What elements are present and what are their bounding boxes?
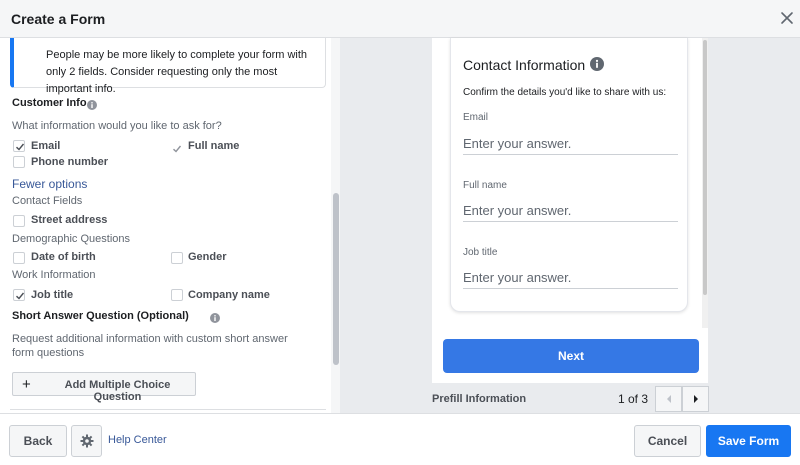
customer-info-prompt: What information would you like to ask f…	[12, 120, 222, 132]
preview-scrollbar-thumb[interactable]	[703, 40, 707, 295]
email-checkbox[interactable]	[13, 140, 25, 152]
info-icon[interactable]	[590, 57, 604, 71]
preview-job-title-input[interactable]	[463, 267, 678, 289]
next-page-button[interactable]	[682, 386, 709, 412]
back-button[interactable]: Back	[9, 425, 67, 457]
full-name-check-icon	[172, 141, 182, 153]
gender-checkbox[interactable]	[171, 252, 183, 264]
short-answer-title: Short Answer Question (Optional)	[12, 310, 189, 322]
save-form-button[interactable]: Save Form	[706, 425, 791, 457]
left-scrollbar-thumb[interactable]	[333, 193, 339, 365]
close-icon[interactable]	[778, 9, 796, 27]
work-info-heading: Work Information	[12, 269, 96, 281]
date-of-birth-checkbox-label: Date of birth	[31, 251, 96, 263]
notice-text: People may be more likely to complete yo…	[46, 49, 308, 95]
company-name-checkbox[interactable]	[171, 289, 183, 301]
job-title-checkbox-label: Job title	[31, 289, 74, 301]
phone-number-checkbox[interactable]	[13, 156, 25, 168]
preview-card-subtitle: Confirm the details you'd like to share …	[463, 87, 667, 98]
dialog-title: Create a Form	[11, 11, 106, 27]
short-answer-description: Request additional information with cust…	[12, 333, 288, 359]
previous-page-button[interactable]	[655, 386, 682, 412]
help-center-link[interactable]: Help Center	[108, 434, 167, 446]
preview-full-name-input[interactable]	[463, 200, 678, 222]
dialog-header: Create a Form	[0, 0, 800, 38]
fewer-options-link[interactable]: Fewer options	[12, 177, 87, 191]
preview-email-label: Email	[463, 112, 489, 123]
add-multiple-choice-label: Add Multiple Choice Question	[64, 379, 171, 403]
contact-fields-heading: Contact Fields	[12, 195, 83, 207]
prefill-info-label: Prefill Information	[432, 393, 527, 405]
street-address-checkbox[interactable]	[13, 215, 25, 227]
next-button[interactable]: Next	[443, 339, 699, 373]
email-checkbox-label: Email	[31, 140, 61, 152]
full-name-checkbox-label: Full name	[188, 140, 240, 152]
date-of-birth-checkbox[interactable]	[13, 252, 25, 264]
company-name-checkbox-label: Company name	[188, 289, 270, 301]
info-icon[interactable]	[87, 97, 97, 110]
settings-button[interactable]	[71, 425, 102, 457]
preview-full-name-label: Full name	[463, 180, 507, 191]
divider	[10, 409, 326, 410]
preview-job-title-label: Job title	[463, 247, 498, 258]
info-icon[interactable]	[210, 310, 220, 323]
street-address-checkbox-label: Street address	[31, 214, 108, 226]
add-multiple-choice-button[interactable]: + Add Multiple Choice Question	[12, 372, 196, 403]
job-title-checkbox[interactable]	[13, 289, 25, 301]
preview-card-title: Contact Information	[463, 57, 586, 73]
demographic-heading: Demographic Questions	[12, 233, 131, 245]
customer-info-title: Customer Info	[12, 97, 87, 109]
gender-checkbox-label: Gender	[188, 251, 227, 263]
phone-number-checkbox-label: Phone number	[31, 156, 109, 168]
preview-email-input[interactable]	[463, 133, 678, 155]
cancel-button[interactable]: Cancel	[634, 425, 701, 457]
plus-icon: +	[22, 376, 31, 393]
pager-text: 1 of 3	[618, 392, 649, 406]
gear-icon	[80, 434, 94, 448]
